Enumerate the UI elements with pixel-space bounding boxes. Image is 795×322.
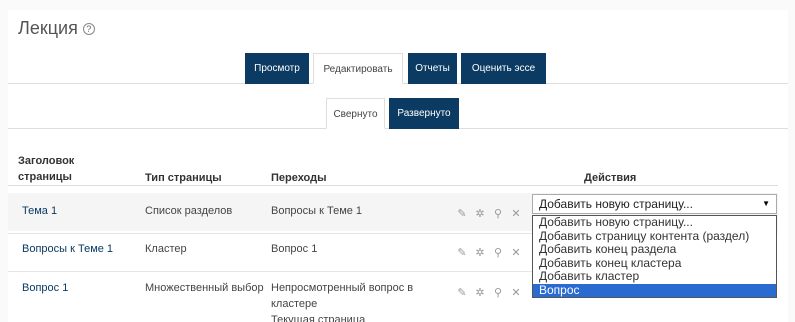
page-title-link[interactable]: Вопрос 1	[22, 280, 68, 296]
dropdown-option[interactable]: Добавить конец раздела	[533, 243, 776, 257]
dropdown-option[interactable]: Добавить кластер	[533, 270, 776, 284]
page-frame: Лекция ? Просмотр Редактировать Отчеты О…	[0, 0, 795, 322]
row-actions: ✎ ✲ ⚲ ✕	[456, 246, 522, 259]
title-row: Лекция ?	[18, 18, 95, 39]
page-type-cell: Список разделов	[145, 205, 233, 217]
page-title-link[interactable]: Вопросы к Теме 1	[22, 241, 113, 257]
view-mode-tabs: Свернуто Развернуто	[8, 98, 788, 129]
header-actions: Действия	[584, 172, 637, 184]
move-icon[interactable]: ✎	[456, 246, 468, 259]
main-tabs: Просмотр Редактировать Отчеты Оценить эс…	[8, 53, 788, 84]
tab-reports[interactable]: Отчеты	[408, 53, 457, 84]
transitions-cell: Вопрос 1	[271, 243, 318, 255]
delete-icon[interactable]: ✕	[510, 286, 522, 299]
search-icon[interactable]: ⚲	[492, 246, 504, 259]
page-type-cell: Множественный выбор	[145, 282, 264, 294]
header-page-title: Заголовок страницы	[18, 155, 75, 183]
chevron-down-icon: ▼	[762, 199, 770, 208]
dropdown-option[interactable]: Добавить конец кластера	[533, 256, 776, 271]
dropdown-option-selected[interactable]: Вопрос	[533, 283, 776, 297]
row-actions: ✎ ✲ ⚲ ✕	[456, 207, 522, 220]
transitions-cell: Вопросы к Теме 1	[271, 205, 363, 217]
transitions-cell: кластере	[271, 298, 318, 310]
help-icon[interactable]: ?	[82, 22, 95, 35]
page-title: Лекция	[18, 18, 78, 38]
page-type-cell: Кластер	[145, 243, 187, 255]
dropdown-option[interactable]: Добавить страницу контента (раздел)	[533, 229, 776, 244]
tab-grade-essays[interactable]: Оценить эссе	[461, 53, 546, 84]
gear-icon[interactable]: ✲	[474, 246, 486, 259]
delete-icon[interactable]: ✕	[510, 207, 522, 220]
add-page-select-value: Добавить новую страницу...	[539, 197, 693, 211]
tab-expanded[interactable]: Развернуто	[389, 98, 459, 129]
header-page-type: Тип страницы	[145, 172, 222, 184]
tab-edit[interactable]: Редактировать	[313, 53, 403, 84]
add-page-select[interactable]: Добавить новую страницу... ▼	[532, 194, 777, 214]
add-page-dropdown: Добавить новую страницу... Добавить стра…	[532, 215, 777, 298]
move-icon[interactable]: ✎	[456, 207, 468, 220]
move-icon[interactable]: ✎	[456, 286, 468, 299]
search-icon[interactable]: ⚲	[492, 286, 504, 299]
transitions-cell: Непросмотренный вопрос в	[271, 282, 414, 294]
search-icon[interactable]: ⚲	[492, 207, 504, 220]
row-actions: ✎ ✲ ⚲ ✕	[456, 286, 522, 299]
page-title-link[interactable]: Тема 1	[22, 203, 57, 219]
gear-icon[interactable]: ✲	[474, 207, 486, 220]
dropdown-option[interactable]: Добавить новую страницу...	[533, 216, 776, 230]
gear-icon[interactable]: ✲	[474, 286, 486, 299]
transitions-cell: Текущая страница	[271, 314, 366, 322]
header-divider	[8, 185, 778, 186]
delete-icon[interactable]: ✕	[510, 246, 522, 259]
header-transitions: Переходы	[271, 172, 327, 184]
tab-collapsed[interactable]: Свернуто	[326, 98, 385, 129]
tab-view[interactable]: Просмотр	[245, 53, 309, 84]
